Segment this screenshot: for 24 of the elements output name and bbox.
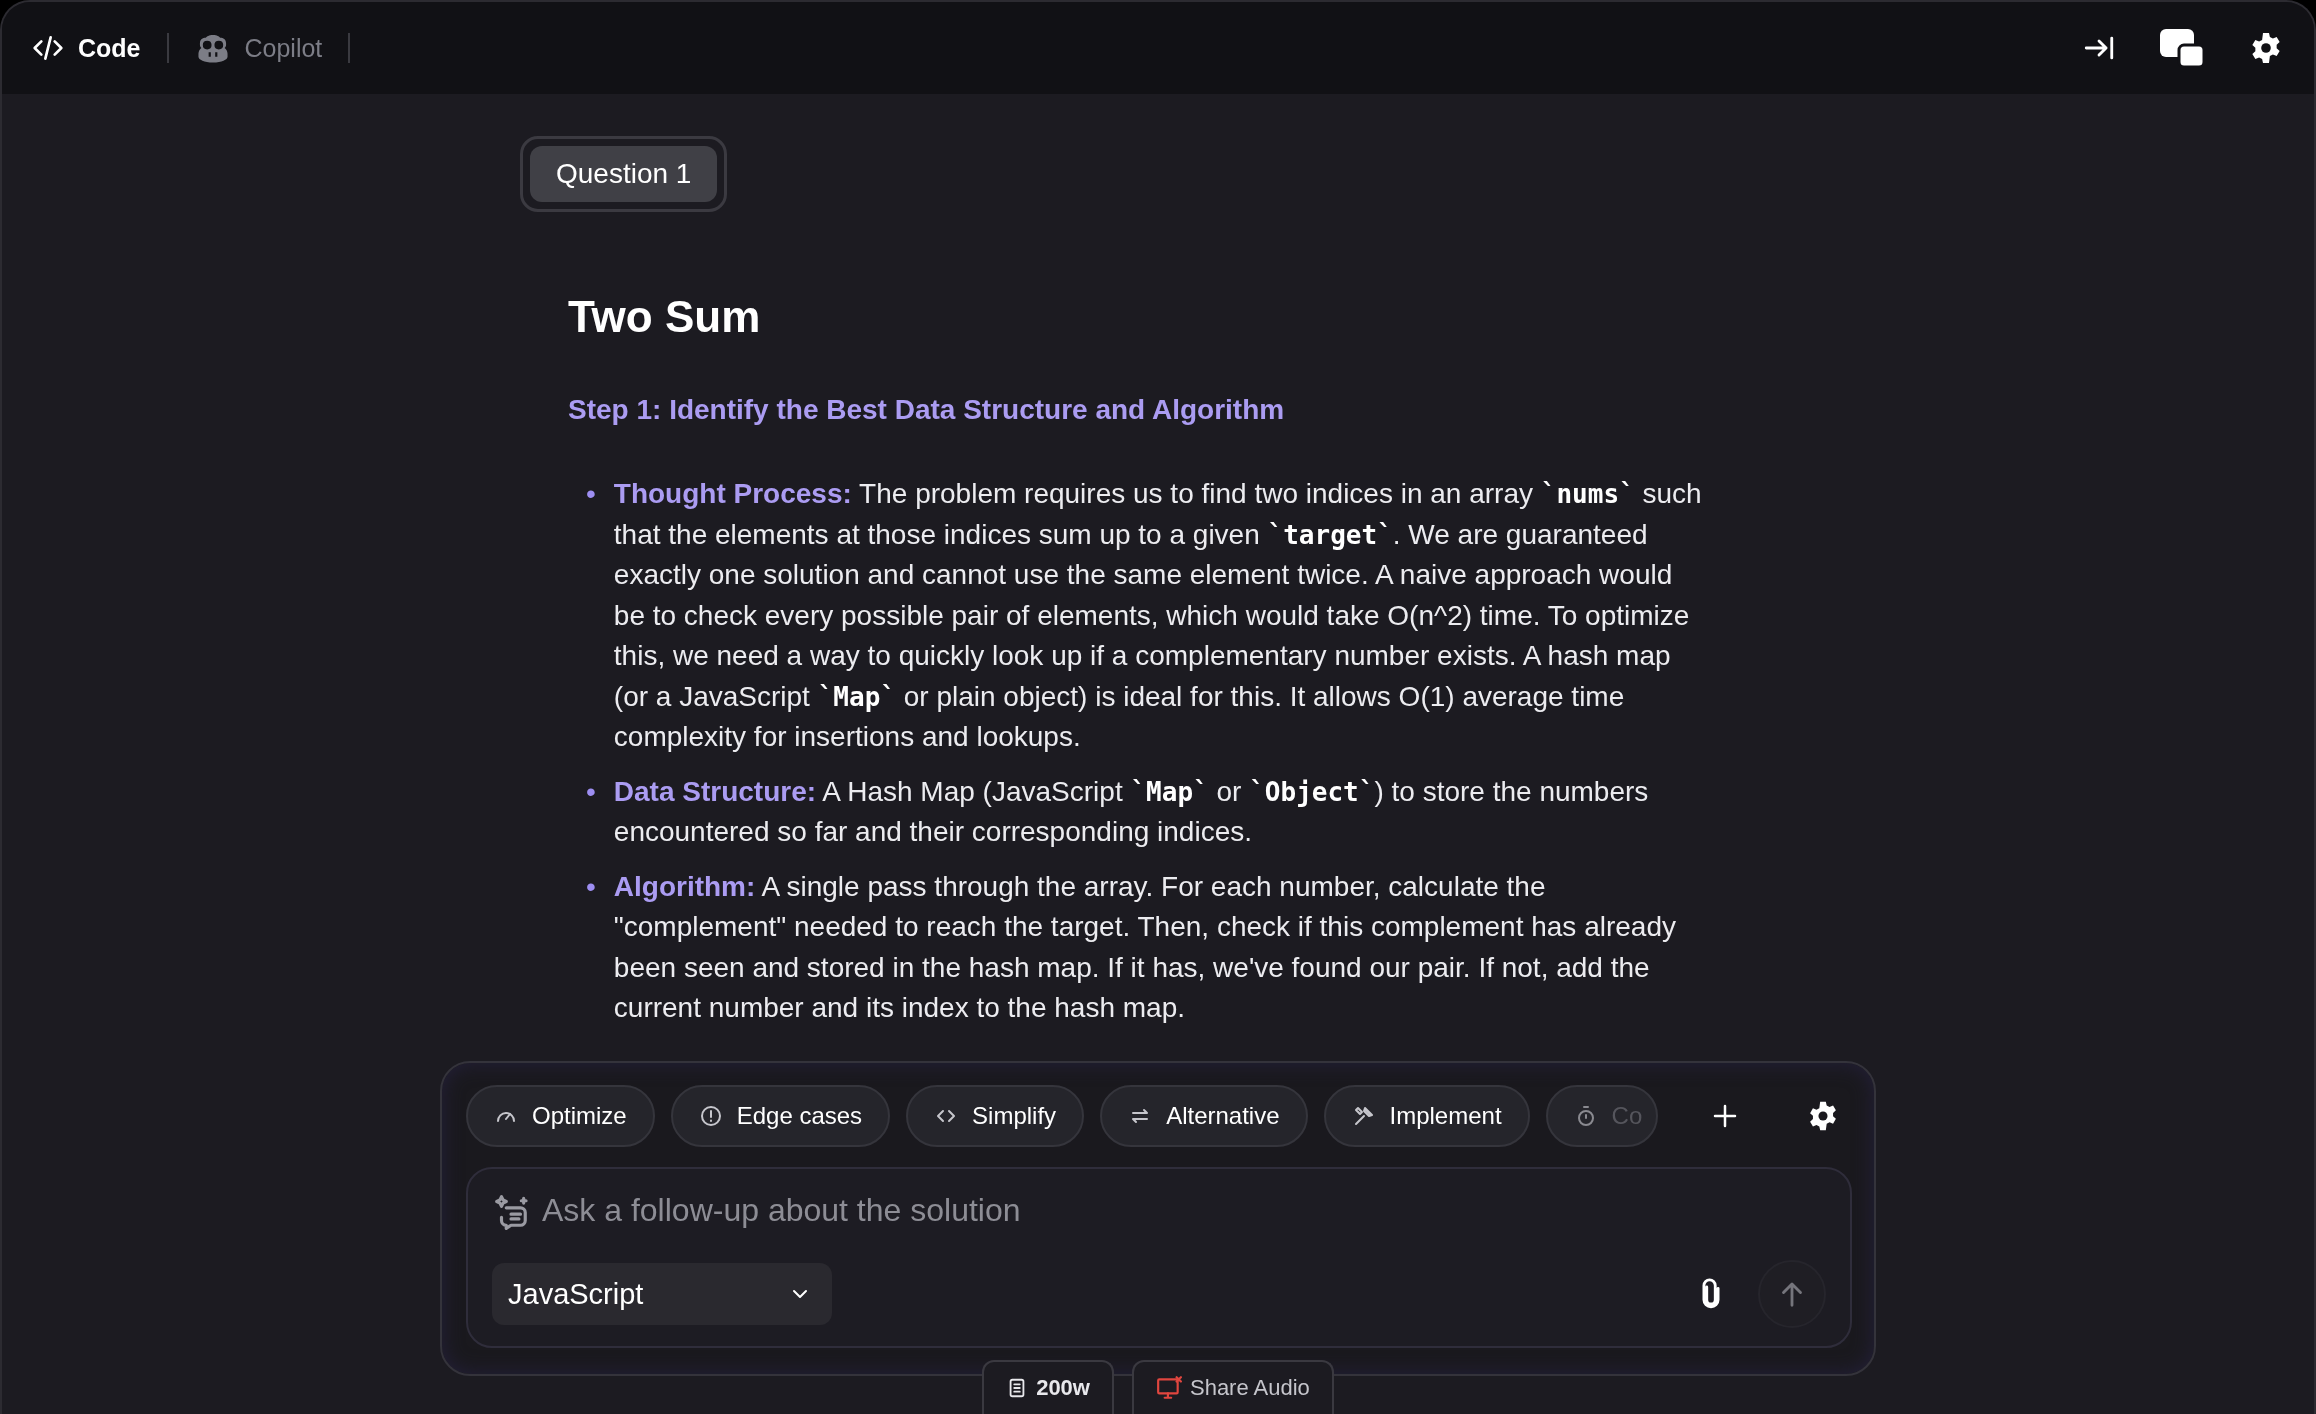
footer-tab[interactable]: Share Audio: [1131, 1360, 1334, 1414]
bullet-marker: •: [586, 477, 596, 511]
toolbar-tab[interactable]: Copilot: [194, 32, 323, 64]
action-chip[interactable]: Implement: [1323, 1085, 1530, 1147]
toolbar-tab[interactable]: Code: [32, 32, 141, 64]
windows-icon: [2160, 29, 2204, 67]
bullet-marker: •: [586, 774, 596, 809]
action-chip[interactable]: Simplify: [906, 1085, 1085, 1147]
action-chip[interactable]: Edge cases: [670, 1085, 891, 1147]
step-heading: Step 1: Identify the Best Data Structure and Algorithm: [568, 394, 1286, 426]
bullet-text: Algorithm: A single pass through the array. For each number, calculate the "complement" needed to reach the target. Then, check if this complement has already been seen and stored in the hash map. If it has, we've found our pair. If not, add the current number and its index to the hash map.: [613, 869, 1677, 1025]
monitor-off-icon: [1155, 1375, 1182, 1401]
action-chip[interactable]: Optimize: [466, 1085, 655, 1147]
alert-icon: [698, 1104, 723, 1128]
bullet-marker: •: [586, 869, 596, 904]
follow-up-field[interactable]: Ask a follow-up about the solution: [540, 1191, 1826, 1230]
action-chip[interactable]: Alternative: [1100, 1085, 1308, 1147]
windows-button[interactable]: [2160, 29, 2204, 67]
bullet-text: Thought Process: The problem requires us to find two indices in an array `nums` such that the elements at those indices sum up to a given `target`. We are guaranteed exactly one solution and cannot use the same element twice. A naive approach would be to check every possible pair of elements, which would take O(n^2) time. To optimize this, we need a way to quickly look up if a complementary number exists. A hash map (or a JavaScript `Map` or plain object) is ideal for this. It allows O(1) average time complexity for insertions and lookups.: [613, 477, 1703, 754]
bullet-text: Data Structure: A Hash Map (JavaScript `Map` or `Object`) to store the numbers encountered so far and their corresponding indices.: [613, 774, 1650, 849]
question-tab[interactable]: Question 1: [530, 146, 718, 202]
problem-title: Two Sum: [568, 292, 762, 342]
language-dropdown[interactable]: JavaScript: [492, 1263, 832, 1325]
footer-tab[interactable]: 200w: [982, 1360, 1114, 1414]
